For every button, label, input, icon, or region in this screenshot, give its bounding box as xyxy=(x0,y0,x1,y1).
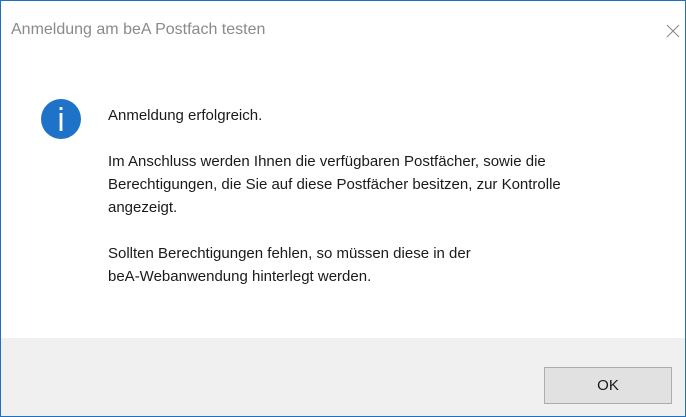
dialog-content: Anmeldung erfolgreich. Im Anschluss werd… xyxy=(1,63,685,338)
dialog-footer: OK xyxy=(1,338,685,416)
message-hint-line: beA-Webanwendung hinterlegt werden. xyxy=(108,268,372,285)
message-info-line: angezeigt. xyxy=(108,199,178,216)
close-icon xyxy=(666,24,680,38)
message-text: Anmeldung erfolgreich. Im Anschluss werd… xyxy=(108,104,668,288)
message-info-line: Berechtigungen, die Sie auf diese Postfä… xyxy=(108,176,561,193)
message-info-line: Im Anschluss werden Ihnen die verfügbare… xyxy=(108,153,546,170)
window-title: Anmeldung am beA Postfach testen xyxy=(11,21,266,38)
info-icon xyxy=(41,99,81,139)
ok-button[interactable]: OK xyxy=(544,367,672,404)
message-success: Anmeldung erfolgreich. xyxy=(108,107,263,124)
title-bar[interactable]: Anmeldung am beA Postfach testen xyxy=(1,1,685,63)
message-info: Im Anschluss werden Ihnen die verfügbare… xyxy=(108,150,668,219)
message-hint: Sollten Berechtigungen fehlen, so müssen… xyxy=(108,242,668,288)
close-button[interactable] xyxy=(661,11,685,51)
message-hint-line: Sollten Berechtigungen fehlen, so müssen… xyxy=(108,245,471,262)
message-dialog: Anmeldung am beA Postfach testen Anmeldu… xyxy=(0,0,686,417)
